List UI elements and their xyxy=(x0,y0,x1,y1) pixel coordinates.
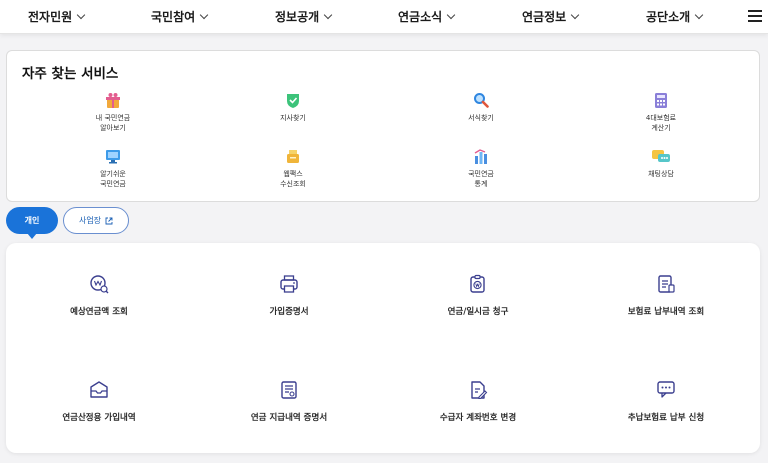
nav-label: 연금소식 xyxy=(398,10,443,24)
fav-label: 알기쉬운 국민연금 xyxy=(100,170,126,188)
menu-icon[interactable] xyxy=(748,10,762,22)
service-premium-history[interactable]: 보험료 납부내역 조회 xyxy=(571,274,761,317)
service-pension-claim[interactable]: 연금/일시금 청구 xyxy=(383,274,573,317)
tab-business-label: 사업장 xyxy=(78,216,102,225)
fav-item-easy-pension[interactable]: 알기쉬운 국민연금 xyxy=(43,148,183,189)
certificate-icon xyxy=(281,381,297,399)
fav-label: 4대보험료 계산기 xyxy=(645,114,677,132)
nav-label: 정보공개 xyxy=(275,10,320,24)
fav-label: 국민연금 통계 xyxy=(468,170,494,188)
nav-label: 공단소개 xyxy=(646,10,691,24)
nav-item-information[interactable]: 정보공개 xyxy=(275,8,333,25)
service-label: 연금산정용 가입내역 xyxy=(62,413,136,423)
fav-item-chat-consult[interactable]: 채팅상담 xyxy=(591,148,731,180)
service-label: 연금/일시금 청구 xyxy=(447,307,509,317)
document-edit-icon xyxy=(471,381,488,400)
service-expected-pension[interactable]: 예상연금액 조회 xyxy=(4,274,194,317)
gift-icon xyxy=(106,93,120,108)
nav-item-civil-service[interactable]: 전자민원 xyxy=(28,8,86,25)
external-link-icon xyxy=(105,217,113,224)
statistics-icon xyxy=(474,149,487,164)
nav-label: 전자민원 xyxy=(28,10,73,24)
nav-label: 국민참여 xyxy=(151,10,196,24)
fav-item-webfax[interactable]: 웹팩스 수신조회 xyxy=(223,148,363,189)
fav-item-find-forms[interactable]: 서식찾기 xyxy=(411,92,551,124)
fav-item-my-pension[interactable]: 내 국민연금 알아보기 xyxy=(43,92,183,133)
service-label: 수급자 계좌번호 변경 xyxy=(439,413,517,423)
tab-personal[interactable]: 개인 xyxy=(6,207,58,239)
service-label: 추납보험료 납부 신청 xyxy=(627,413,705,423)
nav-item-participation[interactable]: 국민참여 xyxy=(151,8,209,25)
fav-item-pension-statistics[interactable]: 국민연금 통계 xyxy=(411,148,551,189)
fav-label: 내 국민연금 알아보기 xyxy=(95,114,131,132)
service-late-premium[interactable]: 추납보험료 납부 신청 xyxy=(571,380,761,423)
nav-item-pension-info[interactable]: 연금정보 xyxy=(522,8,580,25)
monitor-icon xyxy=(106,150,120,164)
chevron-down-icon xyxy=(199,10,209,19)
nav-item-pension-news[interactable]: 연금소식 xyxy=(398,8,456,25)
chevron-down-icon xyxy=(76,10,86,19)
chevron-down-icon xyxy=(323,10,333,19)
envelope-icon xyxy=(90,381,108,398)
fav-item-insurance-calculator[interactable]: 4대보험료 계산기 xyxy=(591,92,731,133)
chat-bubble-icon xyxy=(657,381,675,398)
service-label: 예상연금액 조회 xyxy=(70,307,128,317)
service-payment-certificate[interactable]: 연금 지급내역 증명서 xyxy=(194,380,384,423)
chevron-down-icon xyxy=(446,10,456,19)
service-account-change[interactable]: 수급자 계좌번호 변경 xyxy=(383,380,573,423)
chat-icon xyxy=(652,150,670,162)
section-title: 자주 찾는 서비스 xyxy=(22,66,119,82)
fav-label: 서식찾기 xyxy=(468,114,494,122)
service-pension-calc-history[interactable]: 연금산정용 가입내역 xyxy=(4,380,194,423)
nav-label: 연금정보 xyxy=(522,10,567,24)
service-membership-certificate[interactable]: 가입증명서 xyxy=(194,274,384,317)
top-navigation: 전자민원 국민참여 정보공개 연금소식 연금정보 공단소개 xyxy=(0,0,768,34)
shield-map-icon xyxy=(287,94,299,108)
calculator-icon xyxy=(655,93,667,108)
fav-item-find-branch[interactable]: 지사찾기 xyxy=(223,92,363,124)
magnifier-icon xyxy=(474,93,489,108)
chevron-down-icon xyxy=(694,10,704,19)
printer-icon xyxy=(280,275,298,293)
chevron-down-icon xyxy=(570,10,580,19)
clipboard-won-icon xyxy=(470,274,485,293)
fav-label: 지사찾기 xyxy=(280,114,306,122)
tab-business[interactable]: 사업장 xyxy=(63,207,129,234)
service-label: 보험료 납부내역 조회 xyxy=(627,307,705,317)
nav-item-about[interactable]: 공단소개 xyxy=(646,8,704,25)
pension-search-icon xyxy=(90,275,109,294)
service-label: 연금 지급내역 증명서 xyxy=(250,413,328,423)
frequent-services-panel: 자주 찾는 서비스 내 국민연금 알아보기 지사찾기 서식찾기 4대보험료 계산… xyxy=(6,50,760,202)
document-list-icon xyxy=(658,275,675,293)
fav-label: 채팅상담 xyxy=(648,170,674,178)
fav-label: 웹팩스 수신조회 xyxy=(280,170,306,188)
personal-services-panel: 예상연금액 조회 가입증명서 연금/일시금 청구 보험료 납부내역 조회 연금산… xyxy=(6,243,760,453)
service-label: 가입증명서 xyxy=(269,307,309,317)
fax-icon xyxy=(287,150,299,163)
